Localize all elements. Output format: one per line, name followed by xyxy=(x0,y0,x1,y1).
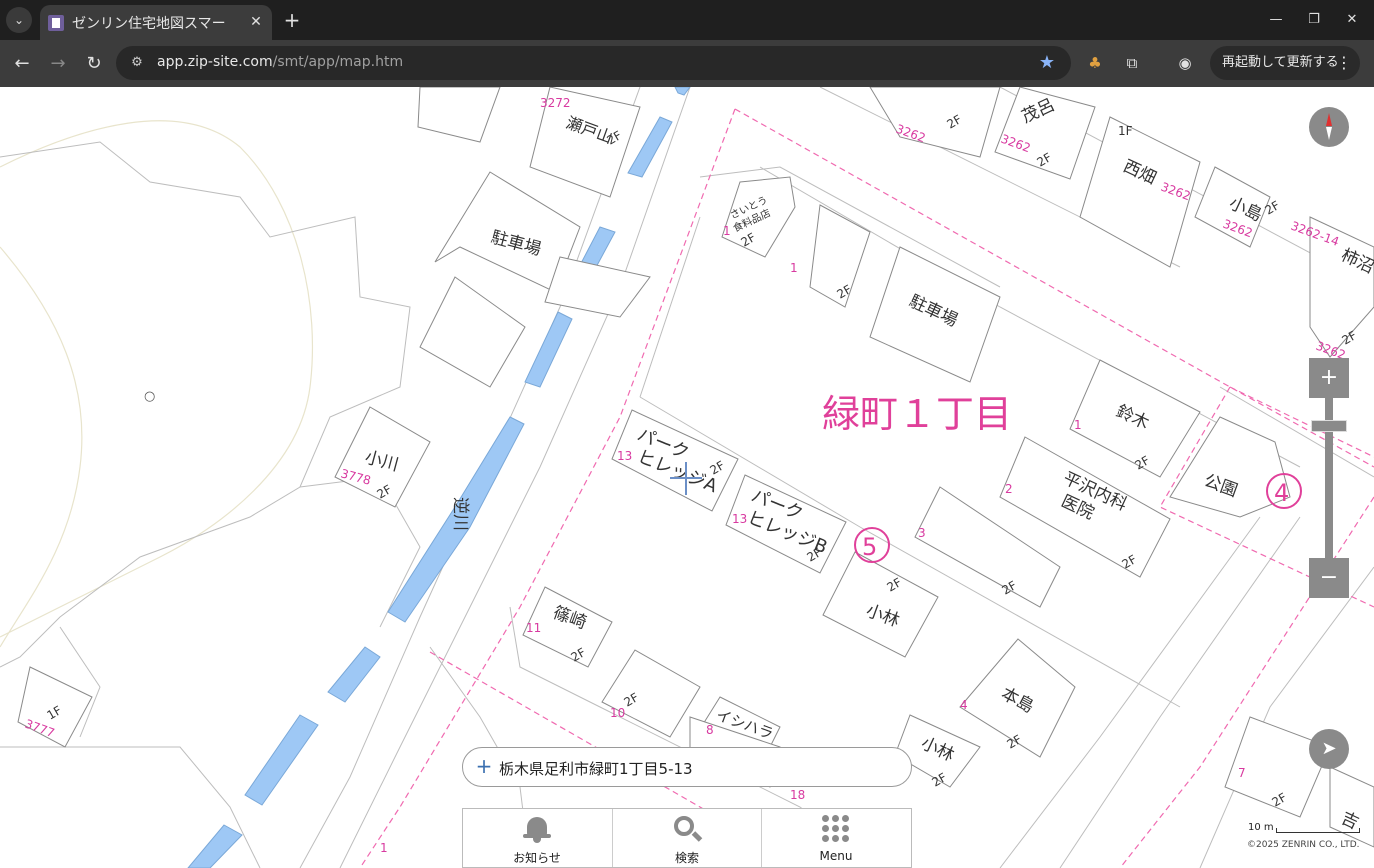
browser-toolbar: ← → ↻ ⚙ app.zip-site.com/smt/app/map.htm… xyxy=(0,40,1374,87)
notifications-button[interactable]: お知らせ xyxy=(463,809,611,867)
scale-bar xyxy=(1276,828,1360,833)
svg-text:3: 3 xyxy=(918,526,926,540)
tab-search-button[interactable]: ⌄ xyxy=(6,7,32,33)
svg-text:逆川: 逆川 xyxy=(450,497,470,531)
extension-icon[interactable]: ♣ xyxy=(1084,52,1106,74)
address-display[interactable]: + 栃木県足利市緑町1丁目5-13 xyxy=(462,747,912,787)
zoom-slider-handle[interactable] xyxy=(1311,420,1347,432)
svg-text:13: 13 xyxy=(732,512,747,526)
tab-title: ゼンリン住宅地図スマー xyxy=(72,16,226,32)
svg-text:3272: 3272 xyxy=(540,96,571,110)
zoom-in-button[interactable]: + xyxy=(1309,358,1349,398)
svg-text:5: 5 xyxy=(862,533,877,561)
svg-text:1: 1 xyxy=(380,841,388,855)
site-favicon-icon xyxy=(48,15,64,31)
extensions-puzzle-icon[interactable]: ⧉ xyxy=(1121,52,1143,74)
menu-label: Menu xyxy=(819,849,853,863)
current-location-icon[interactable]: ➤ xyxy=(1309,729,1349,769)
address-text: 栃木県足利市緑町1丁目5-13 xyxy=(499,760,693,778)
search-icon xyxy=(671,815,703,843)
search-button[interactable]: 検索 xyxy=(612,809,761,867)
svg-text:1: 1 xyxy=(1074,418,1082,432)
reload-icon[interactable]: ↻ xyxy=(80,50,108,78)
site-info-icon[interactable]: ⚙ xyxy=(128,54,146,72)
restore-icon[interactable]: ❐ xyxy=(1302,10,1326,30)
new-tab-button[interactable]: + xyxy=(280,8,304,32)
compass-icon[interactable] xyxy=(1309,107,1349,147)
svg-text:4: 4 xyxy=(1274,479,1289,507)
browser-tab-strip: ⌄ ゼンリン住宅地図スマー ✕ + — ❐ ✕ xyxy=(0,0,1374,40)
map-canvas[interactable]: 瀬戸山 駐車場 小川 パーク ヒレッジA パーク ヒレッジB 篠崎 小林 本島 … xyxy=(0,87,1374,868)
svg-text:1: 1 xyxy=(723,224,731,238)
map-marker-icon: ○ xyxy=(144,389,156,404)
svg-text:1F: 1F xyxy=(1118,124,1133,138)
close-window-icon[interactable]: ✕ xyxy=(1340,10,1364,30)
svg-text:13: 13 xyxy=(617,449,632,463)
forward-icon[interactable]: → xyxy=(44,50,72,78)
address-omnibox[interactable]: ⚙ app.zip-site.com/smt/app/map.htm ★ xyxy=(116,46,1071,80)
bottom-menu: お知らせ 検索 Menu xyxy=(462,808,912,868)
svg-text:18: 18 xyxy=(790,788,805,802)
copyright-text: ©2025 ZENRIN CO., LTD. xyxy=(1247,840,1360,850)
svg-text:8: 8 xyxy=(706,723,714,737)
svg-text:10: 10 xyxy=(610,706,625,720)
svg-text:11: 11 xyxy=(526,621,541,635)
svg-text:4: 4 xyxy=(960,698,968,712)
more-menu-icon: ⋮ xyxy=(1336,53,1352,72)
back-icon[interactable]: ← xyxy=(8,50,36,78)
notifications-label: お知らせ xyxy=(513,851,561,865)
bell-icon xyxy=(521,815,553,843)
minimize-icon[interactable]: — xyxy=(1264,10,1288,30)
search-label: 検索 xyxy=(674,851,699,865)
bookmark-star-icon[interactable]: ★ xyxy=(1037,53,1057,73)
district-label: 緑町１丁目 xyxy=(822,392,1012,436)
menu-button[interactable]: Menu xyxy=(761,809,910,867)
map-scale: 10 m xyxy=(1248,822,1363,836)
svg-text:2: 2 xyxy=(1005,482,1013,496)
restart-update-button[interactable]: 再起動して更新する ⋮ xyxy=(1210,46,1360,80)
url-text[interactable]: app.zip-site.com/smt/app/map.htm xyxy=(157,54,403,70)
svg-text:1: 1 xyxy=(790,261,798,275)
svg-text:7: 7 xyxy=(1238,766,1246,780)
grid-icon xyxy=(820,815,852,843)
scale-label: 10 m xyxy=(1248,822,1274,833)
tab-close-icon[interactable]: ✕ xyxy=(246,12,266,32)
profile-icon[interactable]: ◉ xyxy=(1174,52,1196,74)
active-tab[interactable]: ゼンリン住宅地図スマー ✕ xyxy=(40,5,272,40)
plus-icon[interactable]: + xyxy=(475,755,493,777)
zoom-out-button[interactable]: − xyxy=(1309,558,1349,598)
